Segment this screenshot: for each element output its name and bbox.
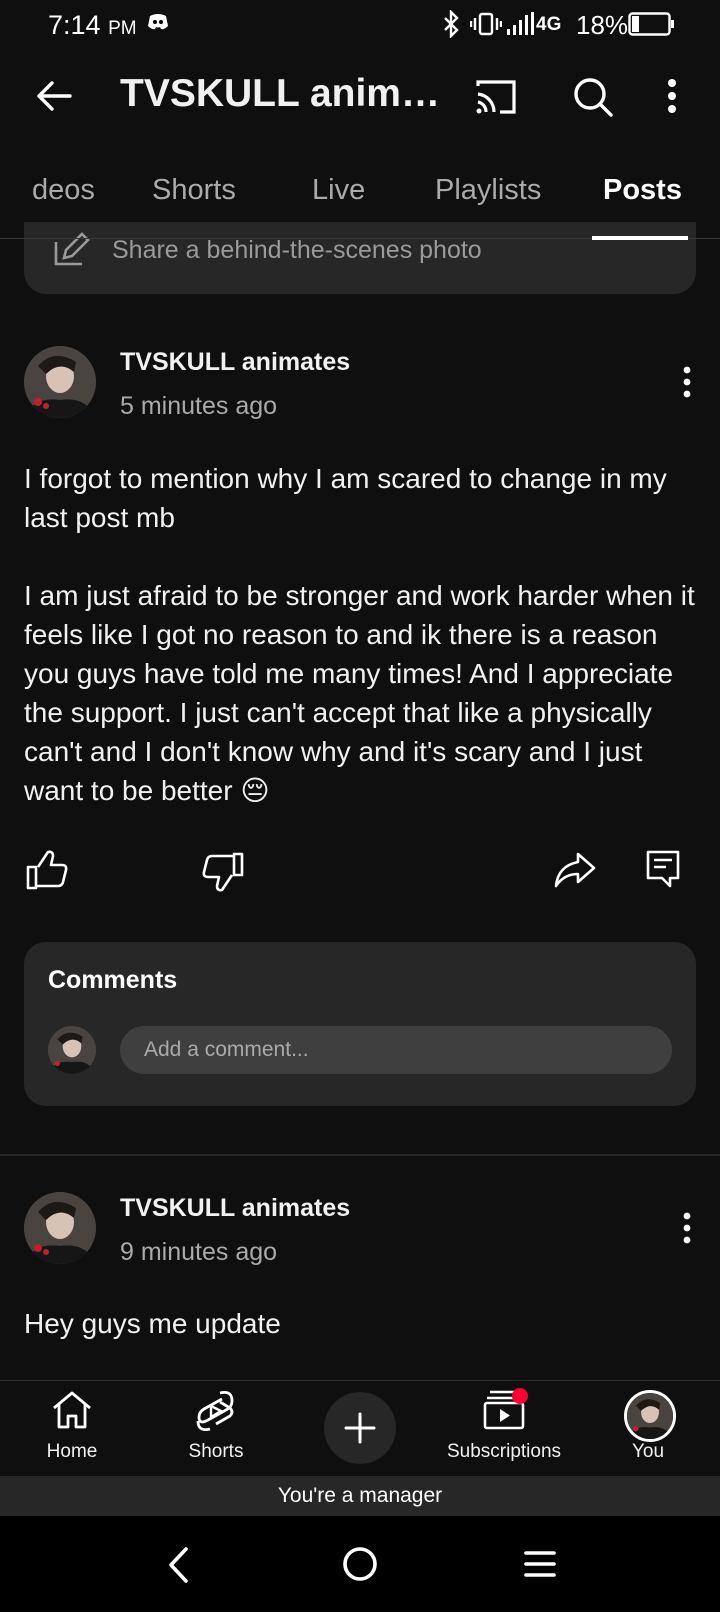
nav-shorts-label[interactable]: Shorts — [146, 1441, 286, 1463]
create-button[interactable] — [324, 1392, 396, 1464]
post-text: I forgot to mention why I am scared to c… — [24, 459, 700, 810]
tab-playlists[interactable]: Playlists — [435, 174, 541, 207]
battery-icon — [628, 12, 676, 36]
post-author[interactable]: TVSKULL animates — [120, 348, 350, 377]
signal-icon — [506, 12, 536, 36]
dislike-icon[interactable] — [202, 852, 244, 892]
page-title: TVSKULL animates — [120, 72, 442, 115]
system-back-icon[interactable] — [166, 1546, 190, 1584]
post-menu-icon[interactable] — [682, 366, 692, 398]
status-bar: 7:14 PM 4G 18% — [0, 0, 720, 52]
system-home-icon[interactable] — [342, 1546, 378, 1582]
network-type: 4G — [536, 14, 562, 35]
you-avatar[interactable] — [624, 1390, 676, 1442]
tab-live[interactable]: Live — [312, 174, 365, 207]
nav-subscriptions-label[interactable]: Subscriptions — [434, 1441, 574, 1463]
plus-icon — [344, 1412, 376, 1444]
discord-icon — [146, 12, 170, 32]
post-menu-icon[interactable] — [682, 1212, 692, 1244]
status-time: 7:14 PM — [48, 10, 137, 40]
comment-icon[interactable] — [646, 850, 680, 888]
search-icon[interactable] — [572, 76, 614, 118]
system-recents-icon[interactable] — [524, 1550, 556, 1578]
comments-title: Comments — [48, 966, 178, 994]
notification-dot — [512, 1388, 528, 1404]
post-time[interactable]: 9 minutes ago — [120, 1238, 277, 1267]
post-time[interactable]: 5 minutes ago — [120, 392, 277, 421]
tab-shorts[interactable]: Shorts — [152, 174, 236, 207]
tab-posts[interactable]: Posts — [603, 174, 682, 207]
more-vert-icon[interactable] — [666, 78, 678, 114]
post-text: Hey guys me update — [24, 1304, 700, 1343]
active-tab-indicator — [592, 236, 688, 240]
commenter-avatar — [48, 1026, 96, 1074]
bluetooth-icon — [441, 10, 461, 38]
vibrate-icon — [470, 12, 502, 36]
share-icon[interactable] — [554, 852, 596, 888]
shorts-icon[interactable] — [194, 1390, 236, 1432]
manager-banner: You're a manager — [0, 1476, 720, 1516]
post-divider — [0, 1154, 720, 1156]
post-paragraph: Hey guys me update — [24, 1308, 281, 1339]
avatar[interactable] — [24, 1192, 96, 1264]
like-icon[interactable] — [26, 850, 68, 890]
post-author[interactable]: TVSKULL animates — [120, 1194, 350, 1223]
nav-you-label[interactable]: You — [578, 1441, 718, 1463]
home-icon[interactable] — [51, 1390, 93, 1430]
avatar[interactable] — [24, 346, 96, 418]
post-paragraph: I am just afraid to be stronger and work… — [24, 580, 695, 806]
tab-videos[interactable]: deos — [32, 174, 95, 207]
cast-icon[interactable] — [474, 78, 518, 116]
nav-home-label[interactable]: Home — [2, 1441, 142, 1463]
back-arrow-icon[interactable] — [34, 76, 74, 116]
battery-percent: 18% — [576, 10, 629, 40]
composer-placeholder[interactable]: Share a behind-the-scenes photo — [112, 236, 482, 265]
comment-input[interactable]: Add a comment... — [120, 1026, 672, 1074]
post-paragraph: I forgot to mention why I am scared to c… — [24, 463, 667, 533]
